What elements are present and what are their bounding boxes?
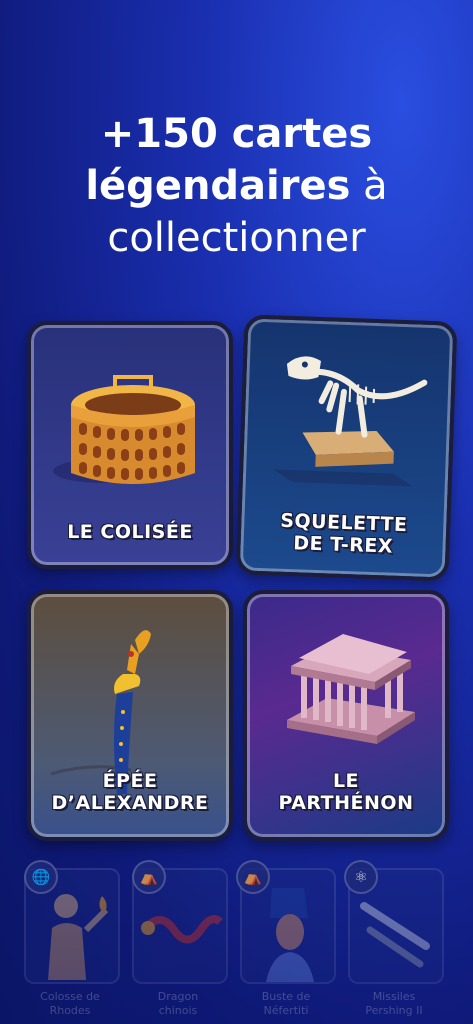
card-epee-alexandre[interactable]: ÉPÉE D’ALEXANDRE — [27, 590, 233, 841]
headline-line-3: collectionner — [107, 215, 366, 261]
card-parthenon-label: LE PARTHÉNON — [247, 770, 445, 814]
headline-line-2-rest: à — [350, 163, 388, 209]
headline: +150 cartes légendaires à collectionner — [0, 108, 473, 264]
headline-line-1: +150 cartes — [100, 111, 373, 157]
museum-icon: ⛺ — [132, 860, 166, 894]
card-parthenon-label-line-2: PARTHÉNON — [278, 792, 414, 814]
card-squelette-t-rex[interactable]: SQUELETTE DE T-REX — [235, 314, 458, 582]
mini-card-nefertiti-label: Buste de Néfertiti — [231, 990, 341, 1018]
mini-label-line-2: Pershing II — [365, 1004, 423, 1017]
globe-icon: 🌐 — [24, 860, 58, 894]
mini-card-dragon-label: Dragon chinois — [123, 990, 233, 1018]
headline-line-2: légendaires à — [0, 160, 473, 212]
mini-label-line-1: Dragon — [157, 990, 199, 1003]
mini-label-line-2: Rhodes — [49, 1004, 91, 1017]
mini-card-missiles-label: Missiles Pershing II — [339, 990, 449, 1018]
card-epee-label: ÉPÉE D’ALEXANDRE — [31, 770, 229, 814]
headline-bold-word: légendaires — [85, 163, 351, 209]
card-colisee[interactable]: LE COLISÉE — [27, 321, 233, 569]
mini-label-line-2: Néfertiti — [263, 1004, 309, 1017]
card-parthenon-label-line-1: LE — [332, 770, 360, 792]
atom-icon: ⚛ — [344, 860, 378, 894]
museum-icon: ⛺ — [236, 860, 270, 894]
mini-label-line-2: chinois — [158, 1004, 198, 1017]
card-colisee-label-line-1: LE COLISÉE — [67, 521, 193, 543]
mini-label-line-1: Missiles — [372, 990, 416, 1003]
card-epee-label-line-2: D’ALEXANDRE — [51, 792, 209, 814]
mini-card-colosse-label: Colosse de Rhodes — [15, 990, 125, 1018]
mini-label-line-1: Colosse de — [40, 990, 100, 1003]
card-epee-label-line-1: ÉPÉE — [102, 770, 158, 792]
card-squelette-label: SQUELETTE DE T-REX — [240, 508, 446, 559]
mini-label-line-1: Buste de — [261, 990, 311, 1003]
card-colisee-label: LE COLISÉE — [31, 521, 229, 543]
card-parthenon[interactable]: LE PARTHÉNON — [243, 590, 449, 841]
